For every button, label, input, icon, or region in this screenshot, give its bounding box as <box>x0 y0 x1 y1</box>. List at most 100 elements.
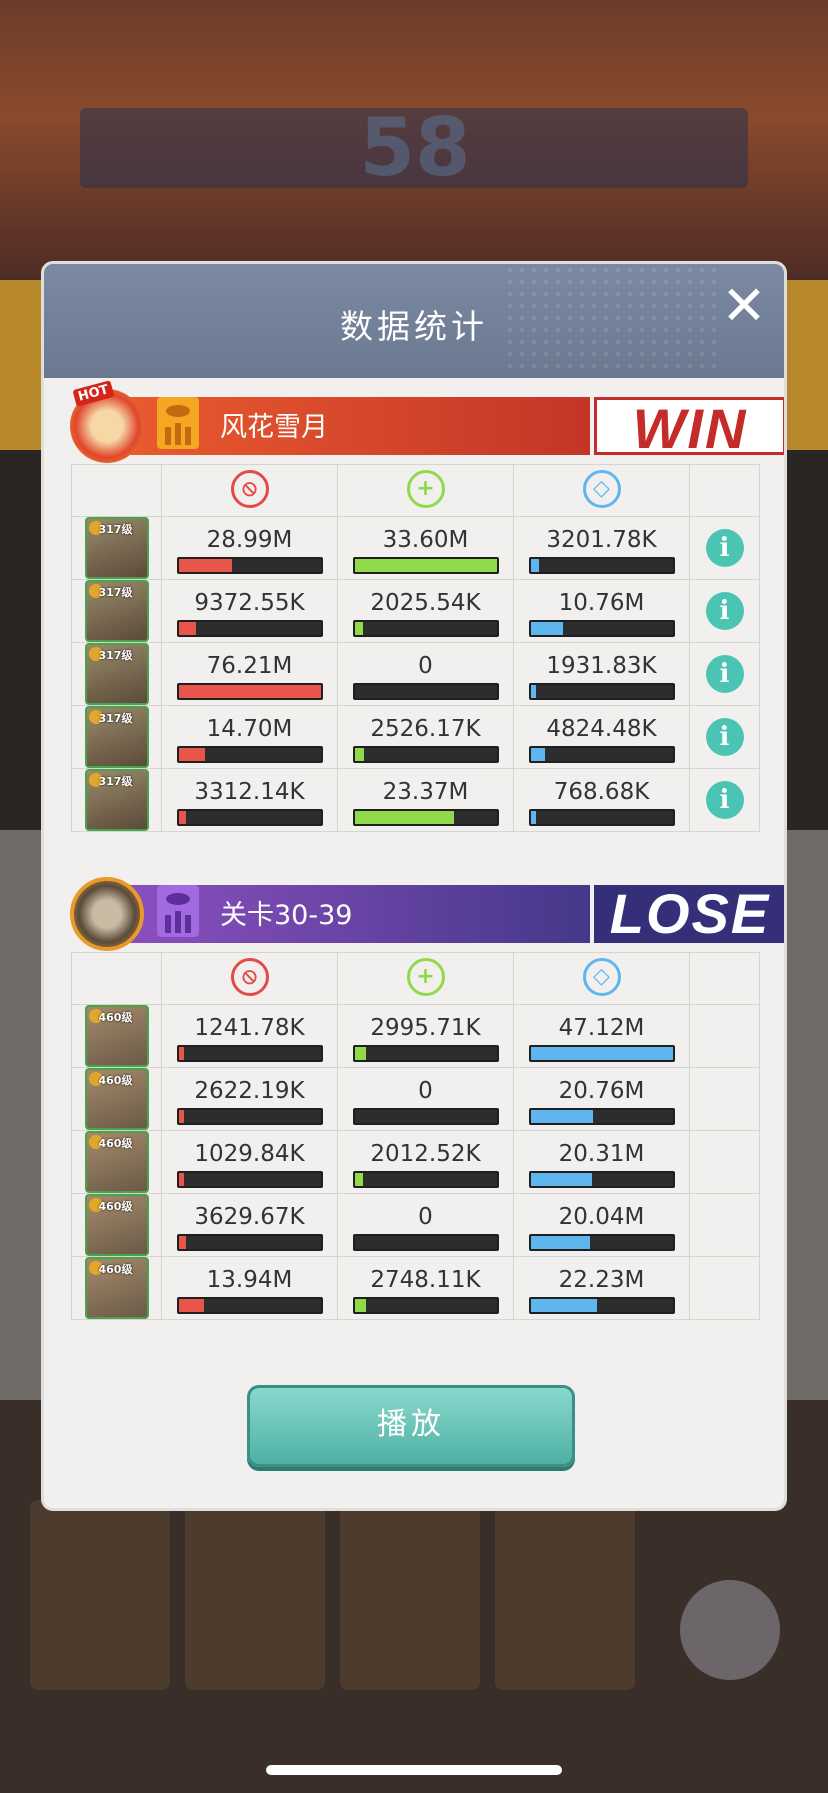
heal-value: 23.37M <box>382 778 469 805</box>
heal-cell: 0 <box>337 642 514 706</box>
info-cell: i <box>689 768 760 832</box>
hero-portrait-cell: 460级 <box>71 1256 162 1320</box>
hero-portrait-cell: 317级 <box>71 642 162 706</box>
plus-circle-icon: + <box>406 469 445 508</box>
hero-portrait[interactable]: 460级 <box>84 1257 149 1319</box>
hero-portrait[interactable]: 460级 <box>84 1194 149 1256</box>
background-card <box>30 1500 170 1690</box>
team1-name: 风花雪月 <box>220 412 328 443</box>
play-button[interactable]: 播放 <box>247 1385 575 1467</box>
hero-portrait[interactable]: 317级 <box>84 580 149 642</box>
defense-bar <box>528 808 675 826</box>
defense-header: ◇ <box>513 464 690 517</box>
hero-row: 460级 1029.84K 2012.52K 20.31M <box>71 1130 760 1194</box>
damage-value: 13.94M <box>206 1266 293 1293</box>
damage-bar <box>176 1170 323 1188</box>
hero-portrait[interactable]: 460级 <box>84 1131 149 1193</box>
damage-bar-fill <box>178 747 206 761</box>
defense-bar-fill <box>530 558 540 572</box>
hero-level: 317级 <box>98 523 133 536</box>
hero-level: 317级 <box>98 775 133 788</box>
heal-bar-fill <box>354 1046 366 1060</box>
defense-bar <box>528 1233 675 1251</box>
defense-cell: 1931.83K <box>513 642 690 706</box>
info-icon[interactable]: i <box>705 529 744 567</box>
defense-bar <box>528 1044 675 1062</box>
stats-header-row: ⦸ + ◇ <box>71 952 760 1005</box>
hero-portrait[interactable]: 317级 <box>84 706 149 768</box>
hero-portrait[interactable]: 317级 <box>84 769 149 831</box>
defense-bar-fill <box>530 1235 591 1249</box>
defense-bar <box>528 682 675 700</box>
modal-header: 数据统计 ✕ <box>44 264 784 378</box>
damage-value: 14.70M <box>206 715 293 742</box>
defense-cell: 20.31M <box>513 1130 690 1194</box>
hero-row: 317级 3312.14K 23.37M 768.68K i <box>71 768 760 832</box>
info-icon[interactable]: i <box>705 781 744 819</box>
close-button[interactable]: ✕ <box>718 279 770 334</box>
info-cell: i <box>689 516 760 580</box>
damage-bar-fill <box>178 1235 186 1249</box>
modal-title: 数据统计 <box>340 307 488 346</box>
defense-value: 20.31M <box>558 1140 645 1167</box>
hero-level: 460级 <box>98 1074 133 1087</box>
heal-cell: 2526.17K <box>337 705 514 769</box>
team1-stats-table: ⦸ + ◇ 317级 28.99M 33.60M 3201.78K i 317级… <box>71 464 760 832</box>
hero-portrait-cell: 317级 <box>71 705 162 769</box>
defense-bar-fill <box>530 1046 673 1060</box>
heal-bar-fill <box>354 1172 364 1186</box>
info-icon[interactable]: i <box>705 655 744 693</box>
header-blank <box>71 464 162 517</box>
heal-value: 2012.52K <box>370 1140 481 1167</box>
hero-row: 460级 13.94M 2748.11K 22.23M <box>71 1256 760 1320</box>
damage-bar <box>176 1233 323 1251</box>
heal-bar-fill <box>354 810 454 824</box>
home-indicator[interactable] <box>266 1765 562 1775</box>
damage-cell: 1241.78K <box>161 1004 338 1068</box>
defense-value: 1931.83K <box>546 652 657 679</box>
hero-portrait[interactable]: 317级 <box>84 517 149 579</box>
damage-bar-fill <box>178 810 186 824</box>
sword-circle-icon: ⦸ <box>230 957 269 996</box>
info-icon[interactable]: i <box>705 718 744 756</box>
defense-bar-fill <box>530 810 537 824</box>
damage-cell: 13.94M <box>161 1256 338 1320</box>
defense-bar-fill <box>530 1298 598 1312</box>
hero-portrait[interactable]: 460级 <box>84 1068 149 1130</box>
hero-level: 460级 <box>98 1263 133 1276</box>
defense-header: ◇ <box>513 952 690 1005</box>
hero-row: 317级 76.21M 0 1931.83K i <box>71 642 760 706</box>
damage-value: 1029.84K <box>194 1140 305 1167</box>
heal-cell: 2748.11K <box>337 1256 514 1320</box>
heal-bar <box>352 1233 499 1251</box>
damage-bar <box>176 808 323 826</box>
defense-value: 22.23M <box>558 1266 645 1293</box>
stats-header-row: ⦸ + ◇ <box>71 464 760 517</box>
heal-bar <box>352 808 499 826</box>
defense-cell: 768.68K <box>513 768 690 832</box>
sword-circle-icon: ⦸ <box>230 469 269 508</box>
heal-bar-fill <box>354 558 497 572</box>
hero-portrait[interactable]: 317级 <box>84 643 149 705</box>
damage-value: 76.21M <box>206 652 293 679</box>
defense-value: 47.12M <box>558 1014 645 1041</box>
damage-header: ⦸ <box>161 952 338 1005</box>
defense-bar <box>528 745 675 763</box>
defense-bar <box>528 1296 675 1314</box>
heal-bar <box>352 1170 499 1188</box>
info-icon[interactable]: i <box>705 592 744 630</box>
heal-cell: 2012.52K <box>337 1130 514 1194</box>
heal-bar <box>352 1044 499 1062</box>
background-card <box>495 1500 635 1690</box>
heal-value: 0 <box>418 1203 433 1230</box>
heal-cell: 23.37M <box>337 768 514 832</box>
defense-value: 20.76M <box>558 1077 645 1104</box>
hero-portrait-cell: 460级 <box>71 1130 162 1194</box>
hero-portrait[interactable]: 460级 <box>84 1005 149 1067</box>
heal-value: 0 <box>418 652 433 679</box>
team-flag-icon <box>157 885 199 937</box>
background-number: 58 <box>359 101 471 194</box>
defense-value: 4824.48K <box>546 715 657 742</box>
defense-value: 10.76M <box>558 589 645 616</box>
defense-bar-fill <box>530 1109 593 1123</box>
